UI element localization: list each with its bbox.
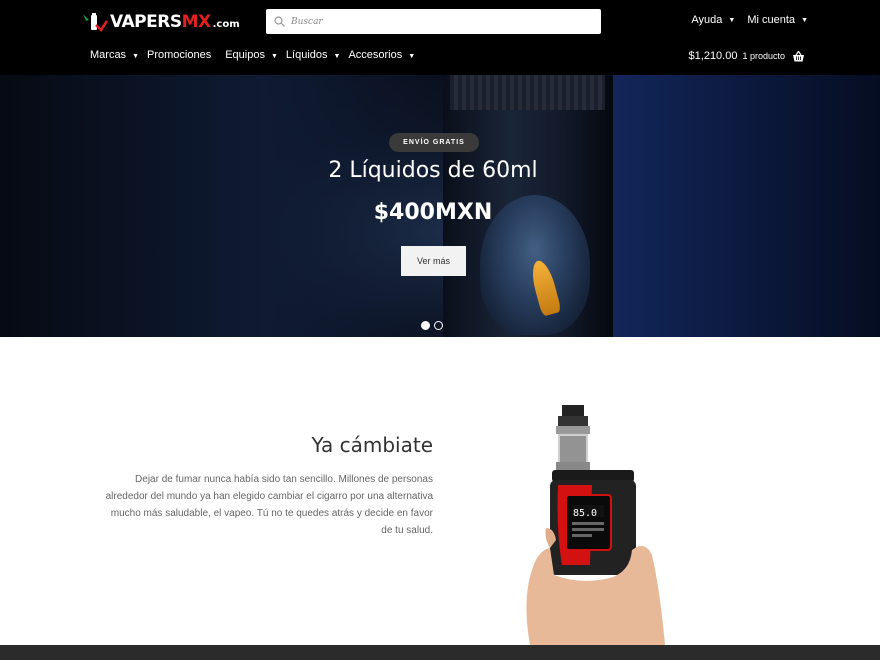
hero-price: $400MXN [373, 200, 493, 225]
nav-item-label: Marcas [90, 49, 127, 61]
nav-item-label: Promociones [147, 49, 212, 61]
search-bar [266, 9, 601, 34]
cart-count: 1 producto [742, 51, 785, 61]
nav-item-label: Líquidos [285, 49, 328, 61]
caret-down-icon: ▼ [132, 53, 139, 60]
nav-item-marcas[interactable]: Marcas ▼ [90, 49, 139, 61]
hero-bg-right [612, 75, 880, 337]
hero-bottle-cap [450, 75, 605, 110]
caret-down-icon: ▼ [408, 53, 416, 60]
hero-badge: ENVÍO GRATIS [389, 133, 479, 152]
basket-icon [793, 50, 804, 61]
caret-down-icon: ▼ [801, 16, 808, 24]
help-label: Ayuda [691, 14, 723, 26]
search-icon[interactable] [274, 16, 285, 27]
vape-device-illustration: 85.0 [526, 405, 665, 645]
nav-item-liquidos[interactable]: Líquidos ▼ [286, 49, 341, 61]
site-header: VAPERSMX .com Ayuda ▼ Mi cuenta ▼ Marcas ▼ … [0, 0, 880, 75]
help-menu[interactable]: Ayuda ▼ [691, 14, 735, 26]
slider-dot-2[interactable] [434, 321, 443, 330]
caret-down-icon: ▼ [270, 53, 278, 60]
caret-down-icon: ▼ [333, 53, 341, 60]
nav-item-promociones[interactable]: Promociones [147, 49, 211, 61]
nav-item-accesorios[interactable]: Accesorios ▼ [348, 49, 415, 61]
footer-strip [0, 645, 880, 660]
vape-device-image: 85.0 [520, 400, 670, 645]
cart-total: $1,210.00 [688, 50, 738, 62]
hero-title: 2 Líquidos de 60ml [328, 158, 538, 183]
slider-dots [421, 321, 443, 330]
cart-summary[interactable]: $1,210.00 1 producto [689, 50, 805, 62]
main-nav: Marcas ▼ Promociones Equipos ▼ Líquidos ▼ A… [90, 49, 423, 61]
logo-suffix: .com [212, 19, 240, 30]
logo-text-main: VAPERS [110, 12, 182, 32]
promo-title: Ya cámbiate [311, 433, 433, 457]
nav-item-equipos[interactable]: Equipos ▼ [225, 49, 278, 61]
nav-item-label: Equipos [225, 49, 265, 61]
caret-down-icon: ▼ [728, 16, 736, 24]
search-input[interactable] [291, 11, 581, 32]
account-menu[interactable]: Mi cuenta ▼ [747, 14, 808, 26]
account-label: Mi cuenta [747, 14, 796, 26]
promo-text: Dejar de fumar nunca había sido tan senc… [105, 474, 433, 536]
nav-item-label: Accesorios [348, 49, 403, 61]
slider-dot-1[interactable] [421, 321, 430, 330]
logo-vape-icon [83, 13, 108, 32]
logo-text-accent: MX [181, 12, 212, 32]
site-logo[interactable]: VAPERSMX .com [82, 11, 240, 33]
device-screen-readout: 85.0 [573, 508, 597, 519]
top-links: Ayuda ▼ Mi cuenta ▼ [691, 14, 808, 26]
hero-cta-button[interactable]: Ver más [401, 246, 466, 276]
